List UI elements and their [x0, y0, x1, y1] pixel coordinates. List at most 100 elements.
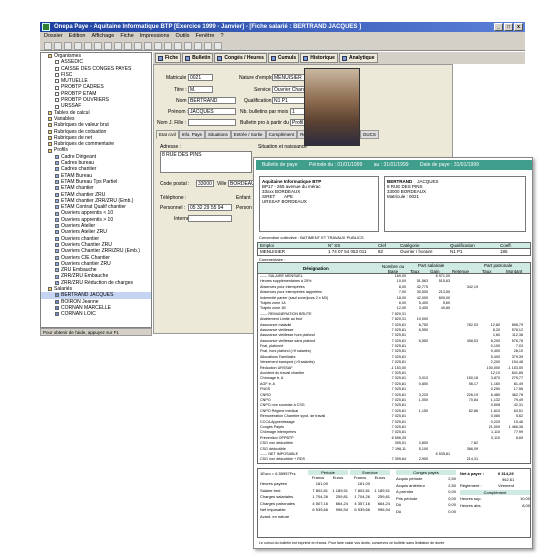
nomjf-field[interactable]: [188, 119, 236, 126]
summary-cell: [308, 514, 328, 521]
toolbar-button[interactable]: [184, 42, 192, 50]
subtab-info-paye[interactable]: Info. Paye: [178, 130, 206, 139]
subtab-ducs[interactable]: DUCS: [360, 130, 379, 139]
toolbar-button[interactable]: [104, 42, 112, 50]
toolbar-button[interactable]: [134, 42, 142, 50]
menu-dossier[interactable]: Dossier: [44, 32, 63, 41]
menu-fiche[interactable]: Fiche: [120, 32, 133, 41]
summary-cell: [370, 514, 390, 521]
subtab-etat-civil[interactable]: Etat civil: [156, 130, 179, 139]
profile-icon: [55, 173, 59, 178]
folder-icon: [48, 117, 52, 122]
ville-field[interactable]: BORDEAUX: [228, 180, 258, 187]
service-label: Service :: [254, 87, 274, 93]
categorie-value: Ouvrier / horaire: [400, 249, 433, 254]
nom-field[interactable]: BERTRAND: [188, 97, 236, 104]
toolbar-button[interactable]: [84, 42, 92, 50]
menu-edition[interactable]: Edition: [69, 32, 86, 41]
tree-item[interactable]: CORNAN LOIC: [41, 311, 151, 317]
tab-cumuls[interactable]: Cumuls: [267, 53, 300, 63]
menu-outils[interactable]: Outils: [175, 32, 189, 41]
prenom-label: Prénom :: [168, 109, 189, 115]
doc-icon: [55, 60, 59, 65]
toolbar-button[interactable]: [164, 42, 172, 50]
toolbar-button[interactable]: [74, 42, 82, 50]
period-from: Période du : 01/01/1999: [308, 162, 363, 168]
toolbar-button[interactable]: [214, 42, 222, 50]
perso-phone-field[interactable]: 05 32 29 55 94: [188, 204, 232, 211]
menu-affichage[interactable]: Affichage: [91, 32, 114, 41]
adresse-field[interactable]: 8 RUE DES PINS: [160, 151, 252, 173]
period-to: au : 31/01/1999: [373, 162, 409, 168]
toolbar-button[interactable]: [44, 42, 52, 50]
matricule-field[interactable]: 0021: [188, 74, 213, 81]
doc-icon: [55, 79, 59, 84]
profile-icon: [55, 186, 59, 191]
urssaf-label: URSSAF: [262, 199, 281, 204]
net-label: Net à payer :: [460, 471, 485, 476]
toolbar-button[interactable]: [174, 42, 182, 50]
titre-label: Titre :: [174, 87, 187, 93]
subtab-entree-sortie[interactable]: Entrée / Sortie: [230, 130, 266, 139]
toolbar-button[interactable]: [54, 42, 62, 50]
doc-icon: [55, 85, 59, 90]
toolbar-button[interactable]: [154, 42, 162, 50]
tab-historique[interactable]: Historique: [300, 53, 338, 63]
conges-cell: Dû: [396, 508, 402, 514]
profile-icon: [55, 236, 59, 241]
tab-bulletin[interactable]: Bulletin: [182, 53, 214, 63]
toolbar-button[interactable]: [114, 42, 122, 50]
tab-conges[interactable]: Congés / Heures: [214, 53, 267, 63]
interne-phone-field[interactable]: [188, 215, 232, 222]
profile-icon: [55, 280, 59, 285]
urssaf-city: BORDEAUX: [281, 199, 307, 204]
profile-icon: [55, 211, 59, 216]
toolbar-button[interactable]: [194, 42, 202, 50]
person-icon: [55, 293, 59, 298]
profile-icon: [55, 192, 59, 197]
menu-impressions[interactable]: Impressions: [140, 32, 170, 41]
subtab-complement[interactable]: Complément: [265, 130, 298, 139]
profile-icon: [55, 255, 59, 260]
close-button[interactable]: x: [514, 23, 523, 31]
tab-fiche[interactable]: Fiche: [155, 53, 182, 63]
payslip-cell: CSG non déductible + RDS: [260, 457, 305, 462]
summary-cell: [348, 514, 370, 521]
payslip-cell: [500, 457, 524, 462]
menu-bar: Dossier Edition Affichage Fiche Impressi…: [40, 32, 525, 41]
complement-cell: Heures abs.: [460, 502, 482, 508]
fiche-icon: [158, 55, 163, 61]
employee-photo: [304, 68, 360, 146]
minimize-button[interactable]: _: [494, 23, 503, 31]
toolbar-button[interactable]: [94, 42, 102, 50]
titre-select[interactable]: M.: [188, 86, 213, 93]
emploi-value: MENUISIER: [260, 249, 286, 254]
window-title-bar: Onepa Paye - Aquitaine Informatique BTP …: [40, 22, 525, 32]
employee-box: BERTRAND JACQUES 8 RUE DES PINS 33000 BO…: [384, 176, 526, 232]
subtab-situations[interactable]: Situations: [205, 130, 231, 139]
pay-date: Date de paye : 31/01/1999: [419, 162, 479, 168]
payslip-header: Bulletin de paye Période du : 01/01/1999…: [256, 160, 532, 170]
cp-field[interactable]: 33000: [196, 180, 214, 187]
reglement-label: Règlement :: [460, 483, 482, 488]
payslip-cell: [428, 457, 450, 462]
net-francs: 6 314,29: [498, 471, 514, 476]
toolbar-button[interactable]: [124, 42, 132, 50]
prenom-field[interactable]: JACQUES: [188, 108, 236, 115]
toolbar-button[interactable]: [64, 42, 72, 50]
nss-value: 1 74 07 54 053 011: [328, 249, 367, 254]
toolbar-button[interactable]: [204, 42, 212, 50]
tree-panel: Organismes ASSEDIC CAISSE DES CONGES PAYES…: [40, 52, 152, 328]
maximize-button[interactable]: □: [504, 23, 513, 31]
payslip-cell: [478, 457, 500, 462]
adresse-label: Adresse :: [160, 144, 182, 150]
tab-analytique[interactable]: Analytique: [338, 53, 378, 63]
doc-icon: [55, 98, 59, 103]
perso-label: Personnel :: [160, 205, 186, 211]
menu-fenetre[interactable]: Fenêtre: [196, 32, 215, 41]
toolbar-button[interactable]: [144, 42, 152, 50]
doc-icon: [55, 104, 59, 109]
toolbar: [40, 41, 525, 51]
cp-label: Code postal :: [160, 181, 190, 187]
menu-help[interactable]: ?: [220, 32, 223, 41]
